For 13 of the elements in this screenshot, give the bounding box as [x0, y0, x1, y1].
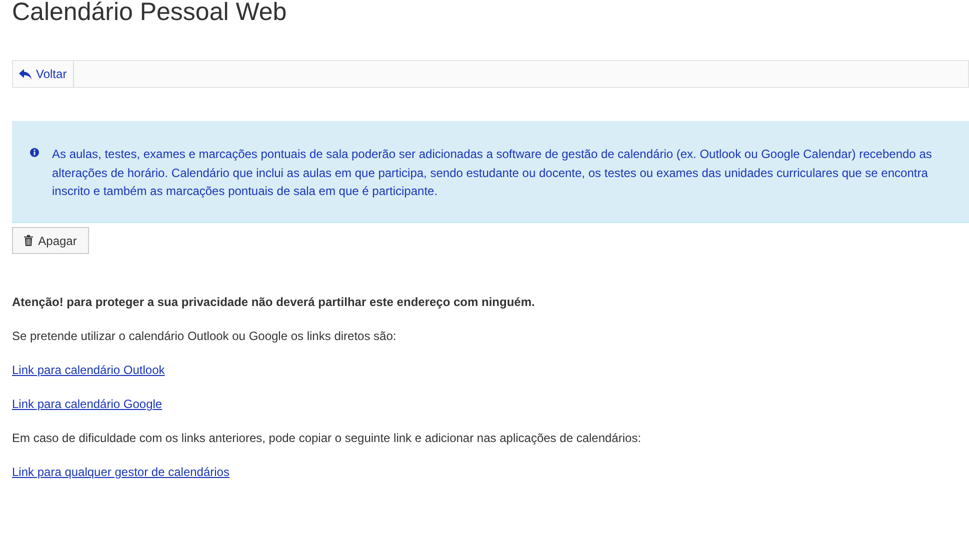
- calendar-link[interactable]: Link para calendário Outlook: [12, 362, 165, 378]
- instruction-text: Se pretende utilizar o calendário Outlook ou Google os links diretos são:: [12, 328, 396, 344]
- back-button[interactable]: Voltar: [13, 61, 74, 87]
- info-icon: [30, 148, 39, 157]
- instruction-text: Em caso de dificuldade com os links anteriores, pode copiar o seguinte link e adicionar nas aplicações de calendários:: [12, 430, 642, 446]
- page-title: Calendário Pessoal Web: [12, 0, 287, 27]
- trash-icon: [24, 235, 34, 246]
- info-text: As aulas, testes, exames e marcações pontuais de sala poderão ser adicionadas a software de gestão de calendário (ex. Outlook ou Google Calendar) recebendo as alterações de horário. Calendário que inclui as aulas em que participa, sendo estudante ou docente, os testes ou exames das unidades curriculares que se encontra inscrito e também as marcações pontuais de sala em que é participante.: [52, 146, 933, 200]
- delete-button[interactable]: Apagar: [12, 227, 89, 254]
- privacy-warning: Atenção! para proteger a sua privacidade não deverá partilhar este endereço com ninguém.: [12, 294, 535, 310]
- reply-arrow-icon: [19, 68, 32, 80]
- calendar-link[interactable]: Link para calendário Google: [12, 396, 162, 412]
- calendar-link[interactable]: Link para qualquer gestor de calendários: [12, 464, 230, 480]
